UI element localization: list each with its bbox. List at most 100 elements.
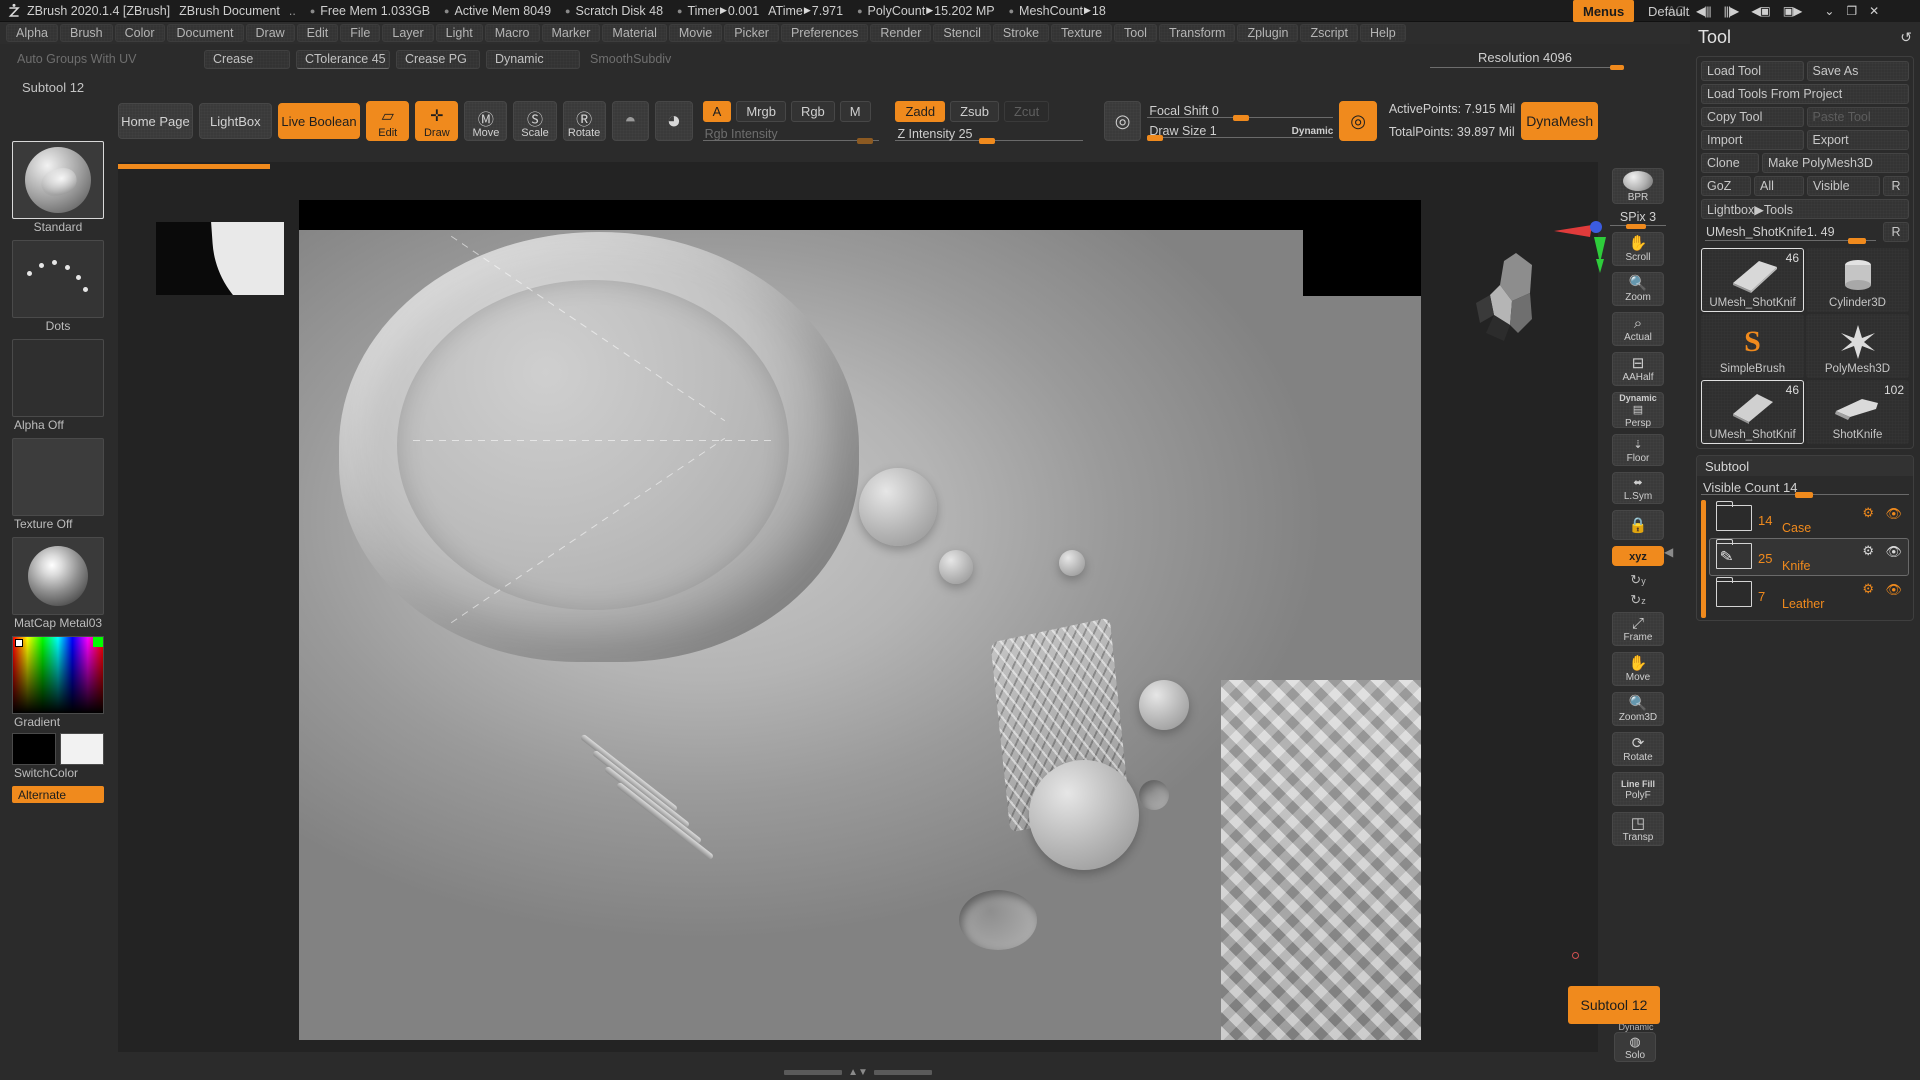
shelf-collapse-arrow-icon[interactable]: ◀ [1664,545,1673,589]
rgb-intensity-slider[interactable]: Rgb Intensity [702,126,879,144]
load-tools-from-project-button[interactable]: Load Tools From Project [1701,84,1909,104]
subtool-row-knife[interactable]: ✎ 25 Knife ⚙ 👁 [1709,538,1909,576]
next-palette-icon[interactable]: |||▶ [1724,4,1740,18]
alt-color-swatch[interactable] [60,733,104,765]
make-polymesh3d-button[interactable]: Make PolyMesh3D [1762,153,1909,173]
menu-item-picker[interactable]: Picker [724,24,779,42]
subtool-scroll-rail[interactable] [1701,500,1706,618]
subtool-row-leather[interactable]: 7 Leather ⚙ 👁 [1709,576,1909,614]
texture-palette-item[interactable]: Texture Off [12,438,104,531]
menu-item-tool[interactable]: Tool [1114,24,1157,42]
tool-cell-umesh-shotknife-1[interactable]: 46 UMesh_ShotKnif [1701,248,1804,312]
tool-cell-polymesh3d[interactable]: PolyMesh3D [1806,314,1909,378]
import-button[interactable]: Import [1701,130,1804,150]
canvas-bottom-bar[interactable]: ▲▼ [118,1064,1598,1080]
draw-button[interactable]: ✛ Draw [415,101,459,141]
solo-button[interactable]: Dynamic ◍ Solo [1614,1022,1658,1062]
draw-size-preview-button[interactable]: ◎ [1103,101,1142,141]
menu-item-material[interactable]: Material [602,24,667,42]
rotate-nav-button[interactable]: ⟳ Rotate [1612,732,1664,766]
rotate-z-button[interactable]: ↻z [1612,592,1664,608]
main-color-swatch[interactable] [12,733,56,765]
crease-button[interactable]: Crease [204,49,290,69]
texture-thumbnail[interactable] [12,438,104,516]
eye-icon[interactable]: 👁 [1885,506,1902,522]
menu-item-zscript[interactable]: Zscript [1300,24,1358,42]
export-button[interactable]: Export [1806,130,1909,150]
color-picker[interactable] [12,636,104,714]
menu-item-stencil[interactable]: Stencil [933,24,991,42]
bpr-render-button[interactable]: BPR [1612,168,1664,204]
next-group-icon[interactable]: ▣▶ [1783,4,1803,18]
scroll-arrows-icon[interactable]: ▲▼ [848,1067,868,1078]
alpha-palette-item[interactable]: Alpha Off [12,339,104,432]
actual-size-button[interactable]: ⌕ Actual [1612,312,1664,346]
menu-item-render[interactable]: Render [870,24,932,42]
spix-slider[interactable]: SPix 3 [1610,210,1666,229]
tool-cell-cylinder3d[interactable]: Cylinder3D [1806,248,1909,312]
aahalf-button[interactable]: ⊟ AAHalf [1612,352,1664,386]
stroke-thumbnail[interactable] [12,240,104,318]
transp-lock-button[interactable]: 🔒 [1612,510,1664,540]
eye-icon[interactable]: 👁 [1885,582,1902,598]
xyz-button[interactable]: xyz [1612,546,1664,566]
current-tool-slider[interactable]: UMesh_ShotKnife1. 49 [1701,222,1880,244]
prev-palette-icon[interactable]: ◀||| [1696,4,1712,18]
stroke-palette-item[interactable]: Dots [12,240,104,333]
menu-item-transform[interactable]: Transform [1158,24,1236,42]
scroll-segment[interactable] [784,1069,843,1075]
floor-button[interactable]: ⇣ Floor [1612,434,1664,466]
menu-item-stroke[interactable]: Stroke [992,24,1050,42]
polyframe-button[interactable]: Line Fill PolyF [1612,772,1664,806]
lightbox-tools-button[interactable]: Lightbox▶Tools [1701,199,1909,219]
mode-zadd-button[interactable]: Zadd [895,100,946,122]
crease-pg-button[interactable]: Crease PG [396,49,480,69]
home-page-button[interactable]: Home Page [118,103,193,139]
menu-item-layer[interactable]: Layer [382,24,434,42]
focal-shift-knob[interactable] [1233,115,1250,121]
auto-groups-with-uv-button[interactable]: Auto Groups With UV [8,50,198,69]
tool-cell-umesh-shotknife-2[interactable]: 46 UMesh_ShotKnif [1701,380,1804,444]
move-nav-button[interactable]: ✋ Move [1612,652,1664,686]
menu-item-texture[interactable]: Texture [1051,24,1113,42]
resolution-track[interactable] [1430,65,1624,73]
goz-visible-button[interactable]: Visible [1807,176,1880,196]
menu-item-zplugin[interactable]: Zplugin [1237,24,1299,42]
menu-item-document[interactable]: Document [166,24,244,42]
z-intensity-slider[interactable]: Z Intensity 25 [895,126,1084,144]
focal-shift-slider[interactable]: Focal Shift 0 [1147,103,1334,121]
current-tool-knob[interactable] [1848,238,1866,244]
frame-button[interactable]: ⤢ Frame [1612,612,1664,646]
material-thumbnail[interactable] [12,537,104,615]
smooth-subdiv-label[interactable]: SmoothSubdiv [586,52,671,66]
mode-zcut-button[interactable]: Zcut [1003,100,1050,122]
menu-item-draw[interactable]: Draw [245,24,295,42]
visible-count-slider[interactable]: Visible Count 14 [1697,476,1913,498]
gear-icon[interactable]: ⚙ [1862,581,1874,597]
restore-icon[interactable]: ❐ [1846,4,1857,18]
move-button[interactable]: Ⓜ Move [464,101,508,141]
menu-item-brush[interactable]: Brush [59,24,113,42]
menu-item-file[interactable]: File [340,24,381,42]
switchcolor-swatches[interactable] [12,733,104,765]
subtool-panel-header[interactable]: Subtool [1697,456,1913,476]
dynamesh-button[interactable]: DynaMesh [1521,102,1599,140]
alpha-thumbnail[interactable] [12,339,104,417]
paste-tool-button[interactable]: Paste Tool [1806,107,1909,127]
tool-cell-shotknife[interactable]: 102 ShotKnife [1806,380,1909,444]
gear-icon[interactable]: ⚙ [1862,543,1874,559]
ctolerance-slider[interactable]: CTolerance 45 [296,49,390,69]
transparency-button[interactable]: ◳ Transp [1612,812,1664,846]
menu-item-color[interactable]: Color [114,24,165,42]
save-as-button[interactable]: Save As [1806,61,1909,81]
zoom-button[interactable]: 🔍 Zoom [1612,272,1664,306]
rgb-intensity-knob[interactable] [856,137,873,144]
brush-thumbnail[interactable] [12,141,104,219]
live-boolean-button[interactable]: Live Boolean [277,103,361,139]
menus-toggle-button[interactable]: Menus [1573,0,1635,22]
close-icon[interactable]: ✕ [1869,4,1879,18]
secondary-color-swatch[interactable] [93,637,103,647]
solo-box[interactable]: ◍ Solo [1614,1032,1656,1062]
zoom3d-button[interactable]: 🔍 Zoom3D [1612,692,1664,726]
minimize-icon[interactable]: ⌄ [1824,4,1834,18]
